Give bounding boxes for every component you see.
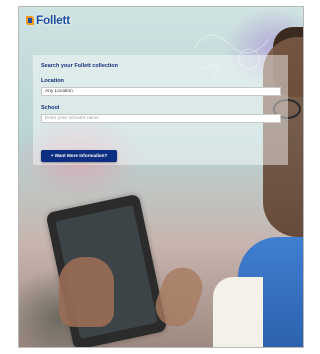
follett-logo-mark-icon <box>26 15 34 25</box>
search-panel: Search your Follett collection Location … <box>33 55 288 165</box>
logo-text: Follett <box>36 13 70 27</box>
app-frame: Follett Search your Follett collection L… <box>18 6 304 348</box>
school-input[interactable]: Enter your school's name <box>41 114 281 123</box>
location-label: Location <box>41 78 64 84</box>
background-photo-hand <box>59 257 114 327</box>
location-select[interactable]: Any Location <box>41 87 281 96</box>
school-label: School <box>41 105 60 111</box>
search-title: Search your Follett collection <box>41 63 119 69</box>
more-information-button[interactable]: + Want More Information? <box>41 150 117 162</box>
follett-logo[interactable]: Follett <box>25 13 70 27</box>
background-photo-collar <box>213 277 263 347</box>
